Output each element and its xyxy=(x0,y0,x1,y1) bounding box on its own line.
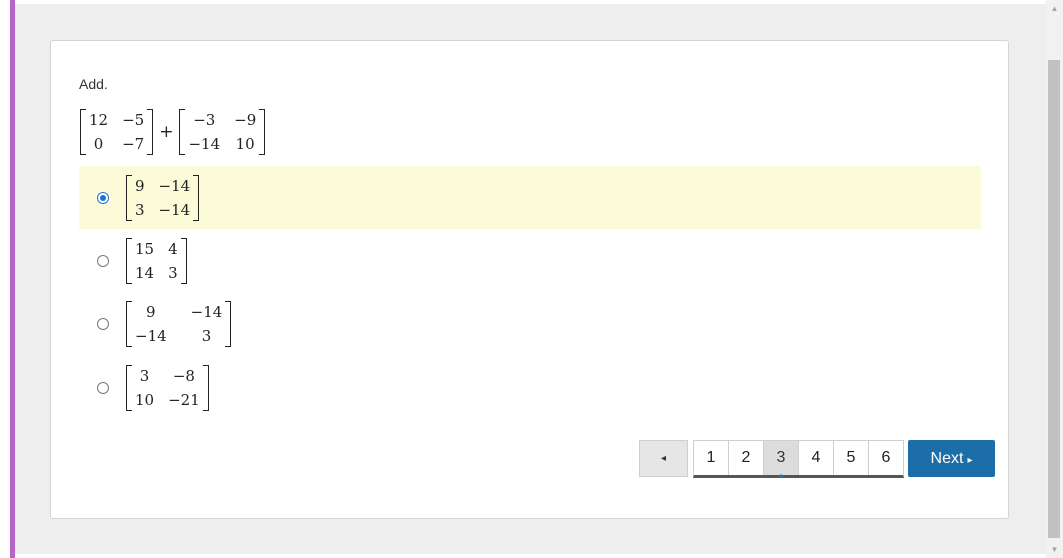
matrix-b-cell: −3 xyxy=(193,111,216,129)
next-button[interactable]: Next ▸ xyxy=(908,440,995,477)
problem-expression: 12 −5 0 −7 + −3 −9 −14 10 xyxy=(80,109,266,155)
page: Add. 12 −5 0 −7 + −3 −9 −14 10 9 −14 3 −… xyxy=(0,0,1046,558)
question-prompt: Add. xyxy=(79,76,108,92)
radio-button-selected[interactable] xyxy=(97,192,109,204)
radio-button[interactable] xyxy=(97,255,109,267)
radio-button[interactable] xyxy=(97,382,109,394)
triangle-right-icon: ▸ xyxy=(967,455,973,466)
option-cell: 9 xyxy=(135,177,145,195)
option-cell: 3 xyxy=(201,327,212,345)
page-2-button[interactable]: 2 xyxy=(729,441,764,475)
accent-stripe xyxy=(10,0,15,558)
answer-option-3[interactable]: 9 −14 −14 3 xyxy=(79,292,981,355)
scrollbar-thumb[interactable] xyxy=(1048,60,1060,538)
option-4-matrix: 3 −8 10 −21 xyxy=(126,365,209,411)
scroll-up-arrow-icon[interactable]: ▲ xyxy=(1046,0,1063,17)
triangle-left-icon: ◂ xyxy=(660,453,667,464)
option-1-matrix: 9 −14 3 −14 xyxy=(126,175,200,221)
matrix-a: 12 −5 0 −7 xyxy=(80,109,154,155)
matrix-b-cell: −14 xyxy=(188,135,221,153)
option-cell: 9 xyxy=(146,303,156,321)
answer-option-4[interactable]: 3 −8 10 −21 xyxy=(79,356,981,419)
scroll-down-arrow-icon[interactable]: ▼ xyxy=(1046,541,1063,558)
matrix-a-cell: 0 xyxy=(93,135,104,153)
option-cell: 15 xyxy=(135,240,155,258)
previous-button[interactable]: ◂ xyxy=(639,440,688,477)
option-cell: 3 xyxy=(139,367,150,385)
matrix-b-cell: 10 xyxy=(235,135,255,153)
matrix-a-cell: 12 xyxy=(89,111,109,129)
question-card: Add. 12 −5 0 −7 + −3 −9 −14 10 9 −14 3 −… xyxy=(50,40,1009,519)
option-3-matrix: 9 −14 −14 3 xyxy=(126,301,232,347)
option-cell: −21 xyxy=(168,391,200,409)
option-cell: 4 xyxy=(168,240,178,258)
option-cell: 3 xyxy=(135,201,145,219)
page-6-button[interactable]: 6 xyxy=(869,441,903,475)
option-cell: 10 xyxy=(135,391,155,409)
matrix-a-cell: −5 xyxy=(122,111,145,129)
option-cell: −8 xyxy=(172,367,195,385)
page-1-button[interactable]: 1 xyxy=(694,441,729,475)
option-cell: −14 xyxy=(158,201,191,219)
page-5-button[interactable]: 5 xyxy=(834,441,869,475)
option-cell: −14 xyxy=(135,327,167,345)
radio-button[interactable] xyxy=(97,318,109,330)
matrix-a-cell: −7 xyxy=(122,135,145,153)
vertical-scrollbar[interactable]: ▲ ▼ xyxy=(1046,0,1063,558)
plus-operator: + xyxy=(159,122,174,142)
option-cell: −14 xyxy=(158,177,191,195)
matrix-b-cell: −9 xyxy=(234,111,257,129)
option-cell: −14 xyxy=(190,303,223,321)
page-4-button[interactable]: 4 xyxy=(799,441,834,475)
matrix-b: −3 −9 −14 10 xyxy=(179,109,266,155)
option-cell: 3 xyxy=(168,264,178,282)
question-pager: 1 2 3 4 5 6 xyxy=(693,440,904,478)
next-button-label: Next xyxy=(930,450,964,467)
option-cell: 14 xyxy=(135,264,155,282)
page-3-button-current[interactable]: 3 xyxy=(764,441,799,478)
answer-option-1[interactable]: 9 −14 3 −14 xyxy=(79,166,981,229)
option-2-matrix: 15 4 14 3 xyxy=(126,238,187,284)
answer-option-2[interactable]: 15 4 14 3 xyxy=(79,229,981,292)
